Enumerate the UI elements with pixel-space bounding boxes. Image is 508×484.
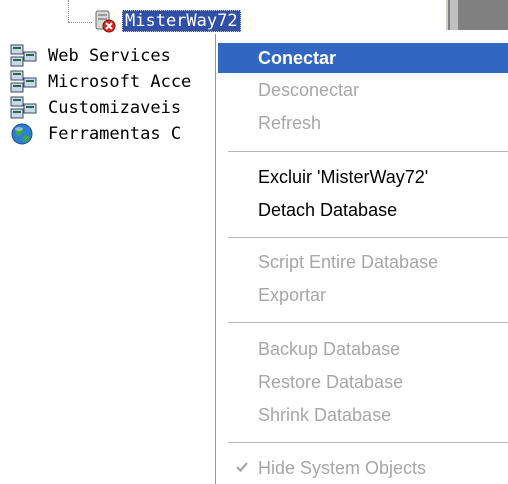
server-group-icon (10, 96, 38, 120)
menu-item-conectar[interactable]: Conectar (218, 43, 508, 73)
menu-item-refresh[interactable]: Refresh (218, 108, 508, 138)
tree-item-label: Microsoft Acce (48, 72, 192, 92)
menu-item-label: Detach Database (258, 199, 398, 220)
menu-item-label: Shrink Database (258, 404, 392, 425)
menu-item-backup-database[interactable]: Backup Database (218, 334, 508, 364)
context-menu: Conectar Desconectar Refresh Excluir 'Mi… (215, 34, 508, 484)
tree-item-microsoft-access[interactable]: Microsoft Acce (10, 69, 191, 95)
tree-item-customizaveis[interactable]: Customizaveis (10, 95, 181, 121)
tree-connector (68, 0, 69, 22)
menu-item-label: Excluir 'MisterWay72' (258, 166, 429, 187)
menu-item-label: Hide System Objects (258, 457, 427, 478)
menu-item-exportar[interactable]: Exportar (218, 280, 508, 310)
menu-item-hide-system-objects[interactable]: Hide System Objects (218, 453, 508, 483)
menu-item-restore-database[interactable]: Restore Database (218, 367, 508, 397)
menu-item-desconectar[interactable]: Desconectar (218, 75, 508, 105)
globe-icon (10, 122, 38, 146)
menu-item-label: Conectar (258, 47, 337, 68)
menu-item-label: Desconectar (258, 79, 360, 100)
server-group-icon (10, 44, 38, 68)
tree-item-label[interactable]: MisterWay72 (122, 10, 241, 32)
database-offline-icon (93, 9, 117, 33)
tree-item-label: Web Services (48, 46, 171, 66)
menu-separator (228, 442, 508, 444)
menu-item-label: Script Entire Database (258, 251, 439, 272)
menu-item-detach-database[interactable]: Detach Database (218, 195, 508, 225)
side-panel (446, 0, 508, 30)
tree-connector (68, 22, 92, 23)
tree-item-label: Customizaveis (48, 98, 182, 118)
menu-separator (228, 237, 508, 239)
screen: MisterWay72 Web Services Microsoft Acce … (0, 0, 508, 484)
tree-item-web-services[interactable]: Web Services (10, 43, 171, 69)
menu-item-label: Backup Database (258, 338, 401, 359)
menu-separator (228, 151, 508, 153)
menu-item-excluir[interactable]: Excluir 'MisterWay72' (218, 162, 508, 192)
menu-item-label: Exportar (258, 284, 327, 305)
tree-item-label: Ferramentas C (48, 124, 182, 144)
menu-separator (228, 322, 508, 324)
menu-item-label: Refresh (258, 112, 322, 133)
server-group-icon (10, 70, 38, 94)
menu-item-script-entire-database[interactable]: Script Entire Database (218, 247, 508, 277)
menu-item-shrink-database[interactable]: Shrink Database (218, 400, 508, 430)
checkmark-icon (234, 459, 250, 475)
tree-item-misterway72[interactable]: MisterWay72 (93, 8, 241, 34)
panel-divider (450, 0, 458, 30)
tree-item-ferramentas[interactable]: Ferramentas C (10, 121, 181, 147)
menu-item-label: Restore Database (258, 371, 404, 392)
